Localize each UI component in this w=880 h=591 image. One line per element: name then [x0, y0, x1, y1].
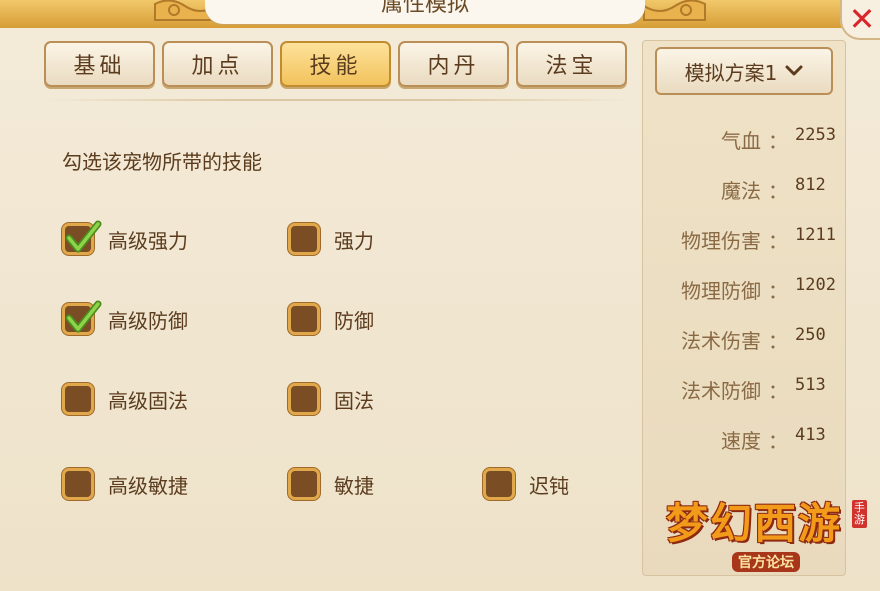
stat-row-phys-def: 物理防御 ： 1202: [635, 275, 836, 304]
stat-row-magic-dmg: 法术伤害 ： 250: [635, 325, 835, 354]
skill-label: 防御: [334, 308, 374, 333]
skill-label: 强力: [334, 228, 374, 253]
skill-item[interactable]: 高级固法: [62, 383, 188, 415]
tab-skills[interactable]: 技能: [280, 41, 391, 87]
skills-hint: 勾选该宠物所带的技能: [62, 150, 262, 174]
stat-separator: ：: [768, 179, 788, 203]
tab-basic[interactable]: 基础: [44, 41, 155, 87]
logo-subtitle: 官方论坛: [732, 552, 800, 572]
plan-dropdown-value: 模拟方案1: [684, 60, 778, 85]
skill-checkbox[interactable]: [288, 303, 320, 335]
stat-value: 2253: [795, 125, 836, 145]
stat-value: 250: [795, 325, 826, 345]
close-button[interactable]: ✕: [840, 0, 880, 40]
stat-value: 1202: [795, 275, 836, 295]
stat-row-speed: 速度 ： 413: [635, 425, 835, 454]
skill-label: 高级防御: [108, 308, 188, 333]
checkmark-icon: [65, 300, 102, 333]
skill-label: 迟钝: [529, 473, 569, 498]
skill-item[interactable]: 高级敏捷: [62, 468, 188, 500]
stat-row-hp: 气血 ： 2253: [635, 125, 836, 154]
skill-checkbox[interactable]: [62, 300, 102, 335]
stat-name: 物理防御: [681, 279, 761, 303]
stat-separator: ：: [768, 229, 788, 253]
skill-checkbox[interactable]: [288, 383, 320, 415]
stat-value: 1211: [795, 225, 836, 245]
stat-name: 物理伤害: [681, 229, 761, 253]
tab-add-points[interactable]: 加点: [162, 41, 273, 87]
skill-label: 固法: [334, 388, 374, 413]
skill-label: 高级敏捷: [108, 473, 188, 498]
stat-separator: ：: [768, 429, 788, 453]
skill-checkbox[interactable]: [62, 220, 102, 255]
skills-panel: 基础 加点 技能 内丹 法宝 勾选该宠物所带的技能 高级强力 强力 高级防御 防…: [20, 30, 640, 590]
skill-item[interactable]: 敏捷: [288, 468, 374, 500]
plan-dropdown[interactable]: 模拟方案1: [655, 47, 833, 95]
skill-item[interactable]: 高级防御: [62, 300, 188, 335]
skill-label: 敏捷: [334, 473, 374, 498]
stat-name: 法术防御: [681, 379, 761, 403]
stat-separator: ：: [768, 279, 788, 303]
skill-item[interactable]: 迟钝: [483, 468, 569, 500]
game-logo-watermark: 梦幻西游 官方论坛 手游: [666, 490, 876, 580]
stat-separator: ：: [768, 129, 788, 153]
tab-bar: 基础 加点 技能 内丹 法宝: [44, 41, 627, 87]
tab-magic-item[interactable]: 法宝: [516, 41, 627, 87]
skill-checkbox[interactable]: [288, 223, 320, 255]
window-title: 属性模拟: [205, 0, 645, 24]
stat-separator: ：: [768, 329, 788, 353]
skill-item[interactable]: 防御: [288, 303, 374, 335]
stat-row-phys-dmg: 物理伤害 ： 1211: [635, 225, 836, 254]
skill-label: 高级强力: [108, 228, 188, 253]
chevron-down-icon: [785, 65, 803, 76]
checkmark-icon: [65, 220, 102, 253]
cloud-ornament-right: [643, 0, 706, 21]
logo-tag: 手游: [852, 500, 867, 528]
skill-checkbox[interactable]: [62, 383, 94, 415]
skill-checkbox[interactable]: [483, 468, 515, 500]
stat-name: 速度: [721, 429, 761, 453]
stat-row-mp: 魔法 ： 812: [635, 175, 835, 204]
stat-value: 812: [795, 175, 826, 195]
skill-item[interactable]: 强力: [288, 223, 374, 255]
window-title-text: 属性模拟: [380, 0, 469, 17]
stat-value: 513: [795, 375, 826, 395]
logo-text: 梦幻西游: [666, 499, 843, 548]
stat-row-magic-def: 法术防御 ： 513: [635, 375, 835, 404]
close-icon: ✕: [848, 0, 876, 38]
stat-name: 法术伤害: [681, 329, 761, 353]
stat-value: 413: [795, 425, 826, 445]
stat-separator: ：: [768, 379, 788, 403]
tab-divider: [44, 99, 630, 101]
stat-name: 魔法: [721, 179, 761, 203]
stat-name: 气血: [721, 129, 761, 153]
tab-inner-pill[interactable]: 内丹: [398, 41, 509, 87]
skill-item[interactable]: 高级强力: [62, 220, 188, 255]
skill-label: 高级固法: [108, 388, 188, 413]
skill-checkbox[interactable]: [288, 468, 320, 500]
skill-checkbox[interactable]: [62, 468, 94, 500]
skill-item[interactable]: 固法: [288, 383, 374, 415]
